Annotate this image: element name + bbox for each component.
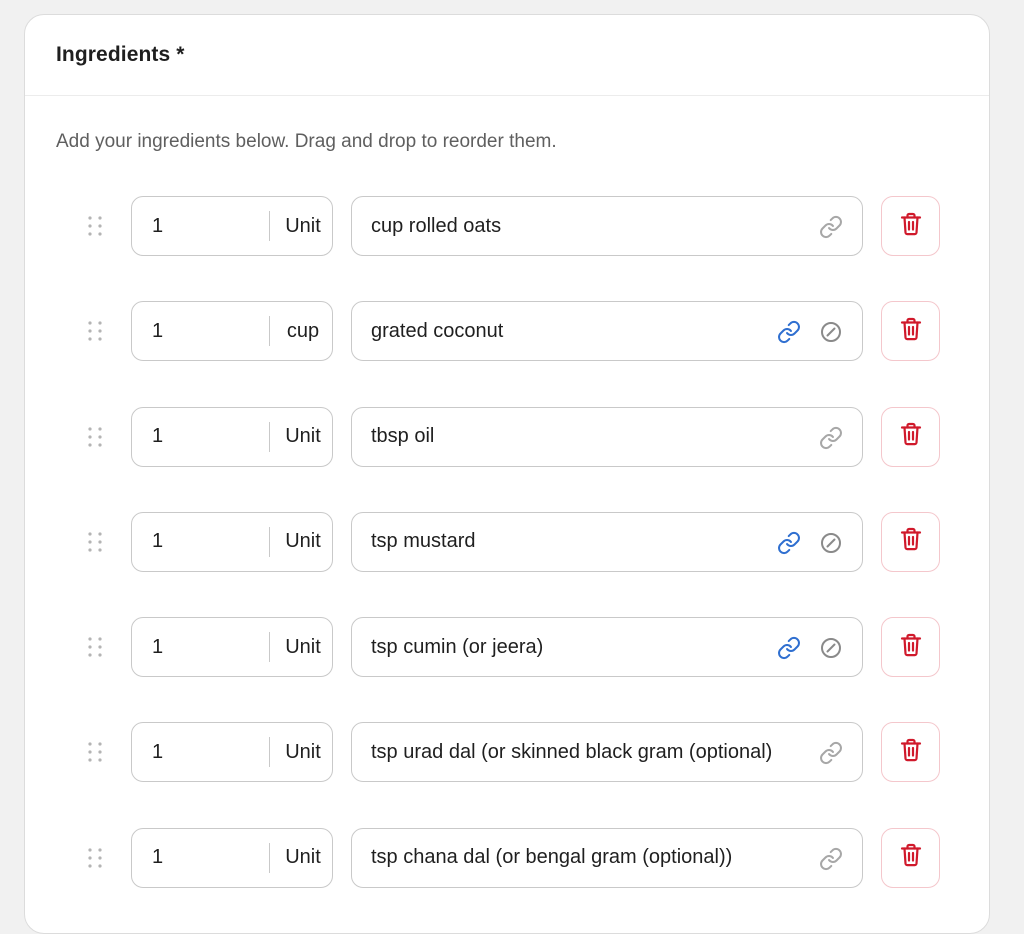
unit-select[interactable]: cup	[270, 320, 332, 343]
trash-icon	[900, 212, 922, 241]
link-icon[interactable]	[776, 530, 802, 556]
delete-button[interactable]	[881, 406, 940, 467]
quantity-group: Unit	[131, 722, 333, 783]
quantity-group: Unit	[131, 196, 333, 256]
quantity-group: Unit	[131, 617, 333, 678]
unlink-icon[interactable]	[818, 319, 844, 345]
link-icon[interactable]	[818, 740, 844, 766]
ingredient-name-field	[351, 511, 863, 572]
link-icon[interactable]	[818, 846, 844, 872]
ingredient-name-input[interactable]	[352, 407, 772, 466]
quantity-input[interactable]	[132, 723, 269, 782]
delete-button[interactable]	[881, 301, 940, 362]
ingredient-name-input[interactable]	[352, 828, 772, 887]
unlink-icon[interactable]	[818, 530, 844, 556]
card-header: Ingredients *	[25, 15, 989, 96]
drag-handle-icon[interactable]	[83, 425, 107, 449]
unit-select[interactable]: Unit	[270, 741, 332, 764]
quantity-input[interactable]	[132, 618, 269, 677]
unit-select[interactable]: Unit	[270, 530, 332, 553]
ingredient-name-input[interactable]	[352, 512, 772, 571]
quantity-group: cup	[131, 301, 333, 362]
delete-button[interactable]	[881, 827, 940, 888]
ingredient-name-input[interactable]	[352, 618, 772, 677]
unit-select[interactable]: Unit	[270, 636, 332, 659]
unit-select[interactable]: Unit	[270, 846, 332, 869]
delete-button[interactable]	[881, 196, 940, 256]
ingredient-name-field	[351, 827, 863, 888]
section-title: Ingredients *	[56, 43, 185, 66]
drag-handle-icon[interactable]	[83, 846, 107, 870]
quantity-group: Unit	[131, 511, 333, 572]
ingredient-name-field	[351, 617, 863, 678]
drag-handle-icon[interactable]	[83, 740, 107, 764]
quantity-group: Unit	[131, 406, 333, 467]
quantity-group: Unit	[131, 827, 333, 888]
trash-icon	[900, 527, 922, 556]
ingredients-card: Ingredients * Add your ingredients below…	[24, 14, 990, 934]
trash-icon	[900, 633, 922, 662]
ingredient-list: Unit	[25, 196, 989, 933]
ingredient-row: Unit	[25, 406, 989, 512]
unlink-icon[interactable]	[818, 635, 844, 661]
trash-icon	[900, 738, 922, 767]
drag-handle-icon[interactable]	[83, 530, 107, 554]
delete-button[interactable]	[881, 722, 940, 783]
link-icon[interactable]	[818, 425, 844, 451]
drag-handle-icon[interactable]	[83, 214, 107, 238]
ingredient-name-field	[351, 406, 863, 467]
link-icon[interactable]	[776, 319, 802, 345]
link-icon[interactable]	[776, 635, 802, 661]
delete-button[interactable]	[881, 511, 940, 572]
quantity-input[interactable]	[132, 407, 269, 466]
trash-icon	[900, 317, 922, 346]
ingredient-name-input[interactable]	[352, 723, 772, 782]
drag-handle-icon[interactable]	[83, 635, 107, 659]
ingredient-row: cup	[25, 301, 989, 406]
ingredient-name-field	[351, 196, 863, 256]
quantity-input[interactable]	[132, 512, 269, 571]
unit-select[interactable]: Unit	[270, 425, 332, 448]
drag-handle-icon[interactable]	[83, 319, 107, 343]
quantity-input[interactable]	[132, 197, 269, 255]
ingredient-name-field	[351, 301, 863, 362]
trash-icon	[900, 843, 922, 872]
quantity-input[interactable]	[132, 828, 269, 887]
quantity-input[interactable]	[132, 302, 269, 361]
ingredient-row: Unit	[25, 617, 989, 722]
ingredient-row: Unit	[25, 722, 989, 827]
instructions-text: Add your ingredients below. Drag and dro…	[56, 131, 557, 152]
trash-icon	[900, 422, 922, 451]
ingredient-row: Unit	[25, 827, 989, 933]
ingredient-name-input[interactable]	[352, 302, 772, 361]
ingredient-row: Unit	[25, 196, 989, 301]
ingredient-name-field	[351, 722, 863, 783]
ingredient-name-input[interactable]	[352, 197, 772, 255]
unit-select[interactable]: Unit	[270, 215, 332, 238]
ingredient-row: Unit	[25, 511, 989, 617]
link-icon[interactable]	[818, 214, 844, 240]
delete-button[interactable]	[881, 617, 940, 678]
